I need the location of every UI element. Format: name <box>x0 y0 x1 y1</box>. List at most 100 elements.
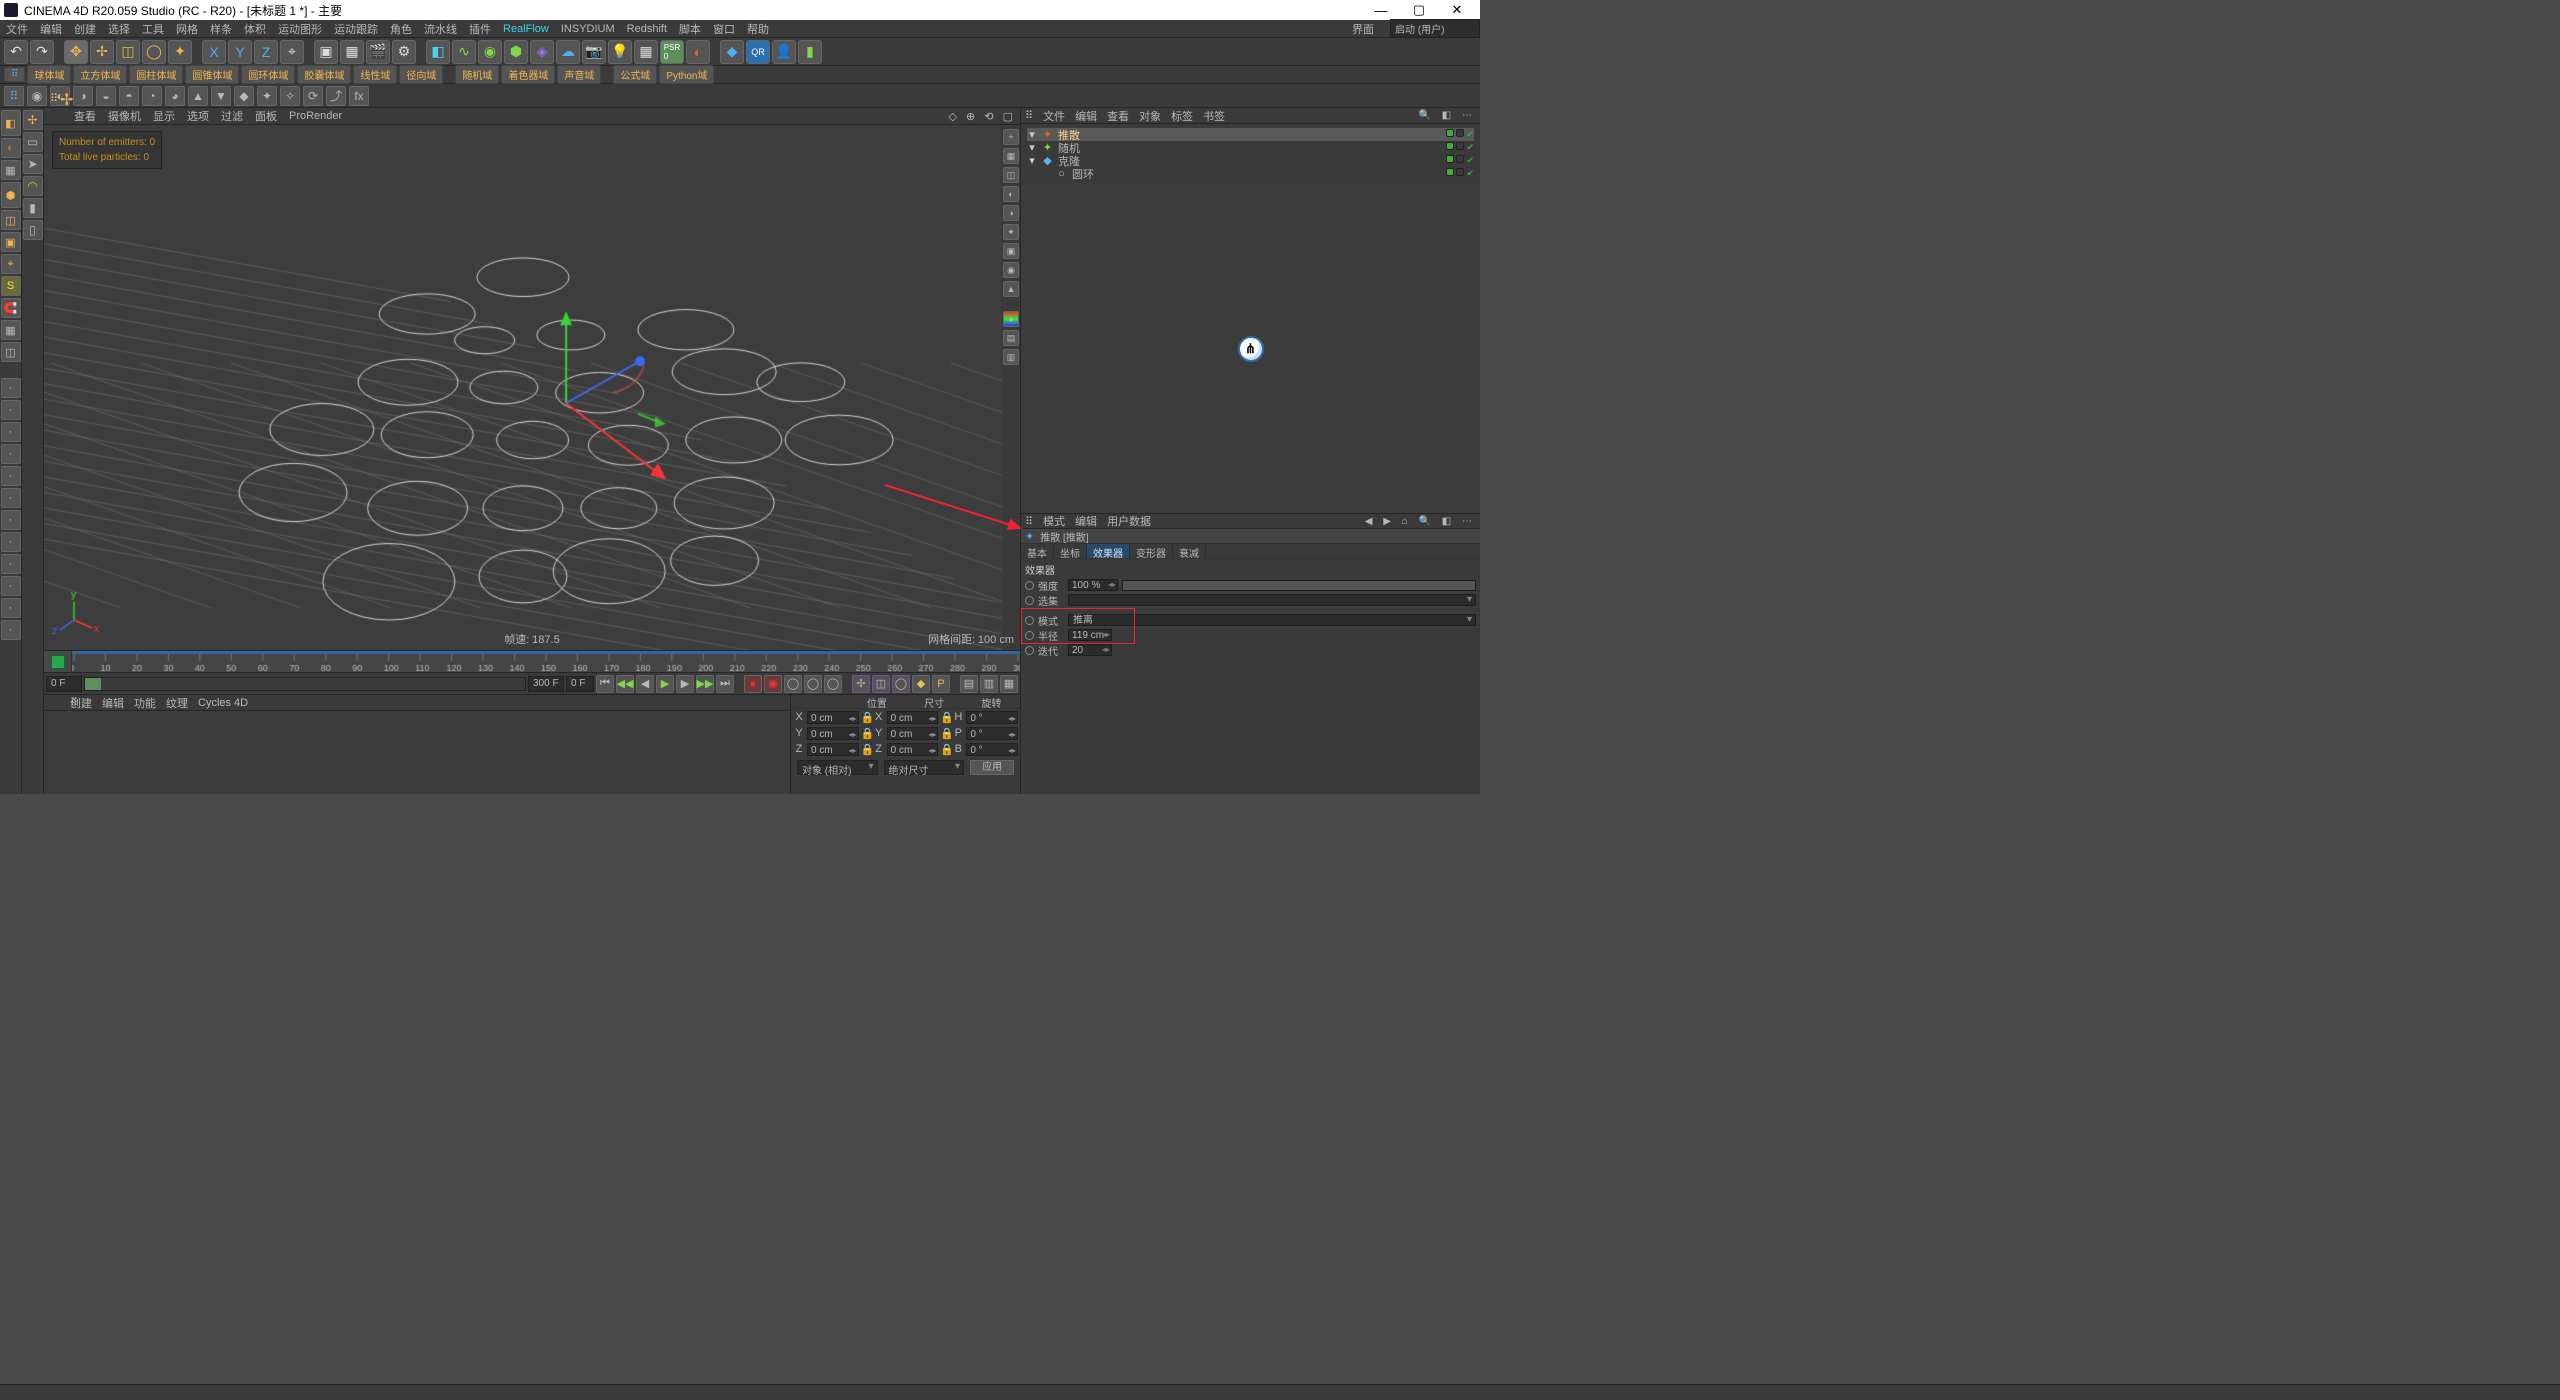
snap-opt-8[interactable]: · <box>1 532 21 552</box>
snap-opt-3[interactable]: · <box>1 422 21 442</box>
field-torus[interactable]: 圆环体域 <box>241 65 295 84</box>
field-radial[interactable]: 径向域 <box>399 65 443 84</box>
cursor-tool-icon[interactable]: ▭ <box>23 132 43 152</box>
start-frame-field[interactable]: 0 F <box>46 676 82 692</box>
snap-button-2[interactable]: ◫ <box>1 342 21 362</box>
btab-func[interactable]: 功能 <box>134 695 156 711</box>
rec-pla-button[interactable]: P <box>932 675 950 693</box>
sub-btn-3[interactable]: ◑ <box>73 86 93 106</box>
prev-frame-button[interactable]: ◀ <box>636 675 654 693</box>
vp-icon-3[interactable]: ◫ <box>1003 167 1019 183</box>
y-axis-button[interactable]: Y <box>228 40 252 64</box>
om-menu-edit[interactable]: 编辑 <box>1075 108 1097 124</box>
vp-move-icon[interactable]: ✢ <box>60 90 73 110</box>
tree-item-圆环[interactable]: ○ 圆环 ✔ <box>1027 167 1474 180</box>
arrow-tool-icon[interactable]: ➤ <box>23 154 43 174</box>
rec-param-button[interactable]: ◆ <box>912 675 930 693</box>
viewport[interactable] <box>44 125 1002 650</box>
next-frame-button[interactable]: ▶ <box>676 675 694 693</box>
plugin-btn-2[interactable]: QR <box>746 40 770 64</box>
vp-menu-filter[interactable]: 过滤 <box>221 108 243 124</box>
attr-strength-slider[interactable] <box>1122 580 1476 591</box>
vp-icon-10[interactable]: ◕ <box>1003 311 1019 327</box>
rotate-tool-button[interactable]: ◯ <box>142 40 166 64</box>
goto-end-button[interactable]: ⏭ <box>716 675 734 693</box>
coord-apply-button[interactable]: 应用 <box>970 760 1014 775</box>
add-env-button[interactable]: ☁ <box>556 40 580 64</box>
texture-mode-button[interactable]: ◐ <box>1 138 21 158</box>
vp-menu-camera[interactable]: 摄像机 <box>108 108 141 124</box>
om-menu-file[interactable]: 文件 <box>1043 108 1065 124</box>
menu-tools[interactable]: 工具 <box>142 21 164 37</box>
add-camera-button[interactable]: 📷 <box>582 40 606 64</box>
object-tree[interactable]: ▾✦ 推散 ✔▾✦ 随机 ✔▾◆ 克隆 ✔○ 圆环 ✔ <box>1021 124 1480 184</box>
am-menu-edit[interactable]: 编辑 <box>1075 513 1097 529</box>
poly-mode-button[interactable]: ▣ <box>1 232 21 252</box>
menu-create[interactable]: 创建 <box>74 21 96 37</box>
add-field-button[interactable]: ▦ <box>634 40 658 64</box>
om-menu-object[interactable]: 对象 <box>1139 108 1161 124</box>
snap-opt-9[interactable]: · <box>1 554 21 574</box>
plugin-btn-3[interactable]: 👤 <box>772 40 796 64</box>
btab-cycles[interactable]: Cycles 4D <box>198 697 248 709</box>
coord-Y-rot[interactable]: 0 °◂▸ <box>966 727 1018 740</box>
attr-select-field[interactable] <box>1068 594 1476 606</box>
vp-menu-display[interactable]: 显示 <box>153 108 175 124</box>
add-generator-button[interactable]: ⬢ <box>504 40 528 64</box>
add-cube-button[interactable]: ◧ <box>426 40 450 64</box>
coord-Y-pos[interactable]: 0 cm◂▸ <box>807 727 859 740</box>
vp-icon-5[interactable]: ◑ <box>1003 205 1019 221</box>
maximize-button[interactable]: ▢ <box>1400 2 1438 18</box>
om-menu-bookmarks[interactable]: 书签 <box>1203 108 1225 124</box>
material-body[interactable] <box>44 711 790 794</box>
am-menu-mode[interactable]: 模式 <box>1043 513 1065 529</box>
menu-plugins[interactable]: 插件 <box>469 21 491 37</box>
snap-opt-1[interactable]: · <box>1 378 21 398</box>
lasso-icon[interactable]: ◠ <box>23 176 43 196</box>
coord-Z-size[interactable]: 0 cm◂▸ <box>887 743 939 756</box>
move-tool-button[interactable]: ✢ <box>90 40 114 64</box>
vp-icon-11[interactable]: ▤ <box>1003 330 1019 346</box>
timeline-marker-icon[interactable] <box>44 651 72 672</box>
menu-edit[interactable]: 编辑 <box>40 21 62 37</box>
coord-X-pos[interactable]: 0 cm◂▸ <box>807 711 859 724</box>
key-opt-2[interactable]: ◯ <box>804 675 822 693</box>
snap-opt-12[interactable]: · <box>1 620 21 640</box>
autokey-button[interactable]: ◉ <box>764 675 782 693</box>
vp-icon-6[interactable]: ✦ <box>1003 224 1019 240</box>
snap-opt-7[interactable]: · <box>1 510 21 530</box>
sub-btn-8[interactable]: ▲ <box>188 86 208 106</box>
current-frame-field[interactable]: 0 F <box>566 676 594 692</box>
om-grip-icon[interactable]: ⠿ <box>1025 109 1033 122</box>
field-cube[interactable]: 立方体域 <box>73 65 127 84</box>
menu-pipeline[interactable]: 流水线 <box>424 21 457 37</box>
add-nurbs-button[interactable]: ◉ <box>478 40 502 64</box>
sub-grip-icon[interactable]: ⠿ <box>4 86 24 106</box>
psr-button[interactable]: PSR0 <box>660 40 684 64</box>
coord-X-rot[interactable]: 0 °◂▸ <box>966 711 1018 724</box>
attr-iter-value[interactable]: 20◂▸ <box>1068 644 1112 656</box>
attr-strength-value[interactable]: 100 %◂▸ <box>1068 579 1118 591</box>
rec-pos-button[interactable]: ✢ <box>852 675 870 693</box>
field-capsule[interactable]: 胶囊体域 <box>297 65 351 84</box>
render-pv-button[interactable]: 🎬 <box>366 40 390 64</box>
om-menu-tags[interactable]: 标签 <box>1171 108 1193 124</box>
lasso-tool-button[interactable]: ✦ <box>168 40 192 64</box>
attr-radius-value[interactable]: 119 cm◂▸ <box>1068 629 1112 641</box>
vp-icon-4[interactable]: ◐ <box>1003 186 1019 202</box>
attr-mode-select[interactable]: 推离 <box>1068 614 1476 626</box>
brush-tool-icon[interactable]: ▮ <box>23 198 43 218</box>
undo-button[interactable]: ↶ <box>4 40 28 64</box>
time-slider-knob[interactable] <box>85 678 101 690</box>
sub-btn-13[interactable]: ⟳ <box>303 86 323 106</box>
rec-rot-button[interactable]: ◯ <box>892 675 910 693</box>
coord-size-select[interactable]: 绝对尺寸 <box>884 760 965 775</box>
field-shader[interactable]: 着色器域 <box>501 65 555 84</box>
menu-redshift[interactable]: Redshift <box>627 23 667 35</box>
menu-realflow[interactable]: RealFlow <box>503 23 549 35</box>
menu-mograph[interactable]: 运动图形 <box>278 21 322 37</box>
btab-edit[interactable]: 编辑 <box>102 695 124 711</box>
menu-script[interactable]: 脚本 <box>679 21 701 37</box>
play-button[interactable]: ▶ <box>656 675 674 693</box>
plugin-btn-4[interactable]: ▮ <box>798 40 822 64</box>
